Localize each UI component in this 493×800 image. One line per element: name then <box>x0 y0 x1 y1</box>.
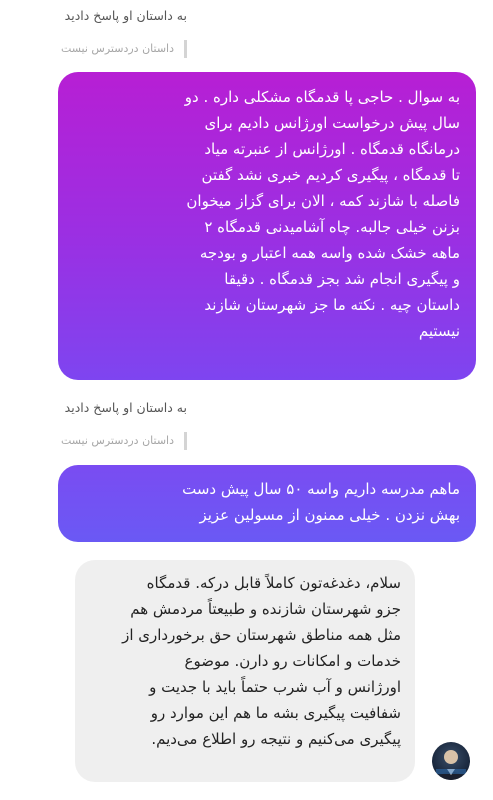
message-bubble-2[interactable]: ماهم مدرسه داریم واسه ۵۰ سال پیش دست بهش… <box>58 465 476 542</box>
message-2-line: بهش نزدن . خیلی ممنون از مسولین عزیز <box>199 506 460 524</box>
message-1-line: بزنن خیلی جالبه. چاه آشامیدنی قدمگاه ۲ <box>204 218 460 236</box>
message-2-line: ماهم مدرسه داریم واسه ۵۰ سال پیش دست <box>182 480 460 498</box>
message-1-line: درمانگاه قدمگاه . اورژانس از عنبرته میاد <box>204 140 460 158</box>
message-bubble-1[interactable]: به سوال . حاجی پا قدمگاه مشکلی داره . دو… <box>58 72 476 380</box>
reply-message-line: پیگیری می‌کنیم و نتیجه رو اطلاع می‌دیم. <box>151 730 401 748</box>
message-1-line: فاصله با شازند کمه ، الان برای گزاز میخو… <box>186 192 460 210</box>
message-1-line: نیستیم <box>418 322 460 340</box>
reply-message-line: مثل همه مناطق شهرستان حق برخورداری از <box>122 626 401 644</box>
reply-message-bubble[interactable]: سلام، دغدغه‌تون کاملاً قابل درکه. قدمگاه… <box>75 560 415 782</box>
reply-message-line: جزو شهرستان شازنده و طبیعتاً مردمش هم <box>130 600 401 618</box>
story-unavailable-1[interactable]: داستان دردسترس نیست <box>61 40 187 58</box>
reply-message-line: شفافیت پیگیری بشه ما هم این موارد رو <box>150 704 401 722</box>
story-unavailable-2[interactable]: داستان دردسترس نیست <box>61 432 187 450</box>
reply-message-line: سلام، دغدغه‌تون کاملاً قابل درکه. قدمگاه <box>146 574 401 592</box>
message-1-line: ماهه خشک شده واسه همه اعتبار و بودجه <box>199 244 460 262</box>
message-1-line: داستان چیه . نکته ما جز شهرستان شازند <box>204 296 460 314</box>
message-1-line: سال پیش درخواست اورژانس دادیم برای <box>204 114 460 132</box>
reply-label-2: به داستان او پاسخ دادید <box>64 400 187 415</box>
message-1-line: و پیگیری انجام شد بجز قدمگاه . دقیقا <box>224 270 460 288</box>
reply-message-line: خدمات و امکانات رو دارن. موضوع <box>184 652 401 670</box>
message-1-line: تا قدمگاه ، پیگیری کردیم خبری نشد گفتن <box>201 166 460 184</box>
message-1-line: به سوال . حاجی پا قدمگاه مشکلی داره . دو <box>184 88 460 106</box>
avatar[interactable] <box>432 742 470 780</box>
avatar-person-icon <box>436 750 466 780</box>
reply-message-line: اورژانس و آب شرب حتماً باید با جدیت و <box>149 678 401 696</box>
reply-label-1: به داستان او پاسخ دادید <box>64 8 187 23</box>
